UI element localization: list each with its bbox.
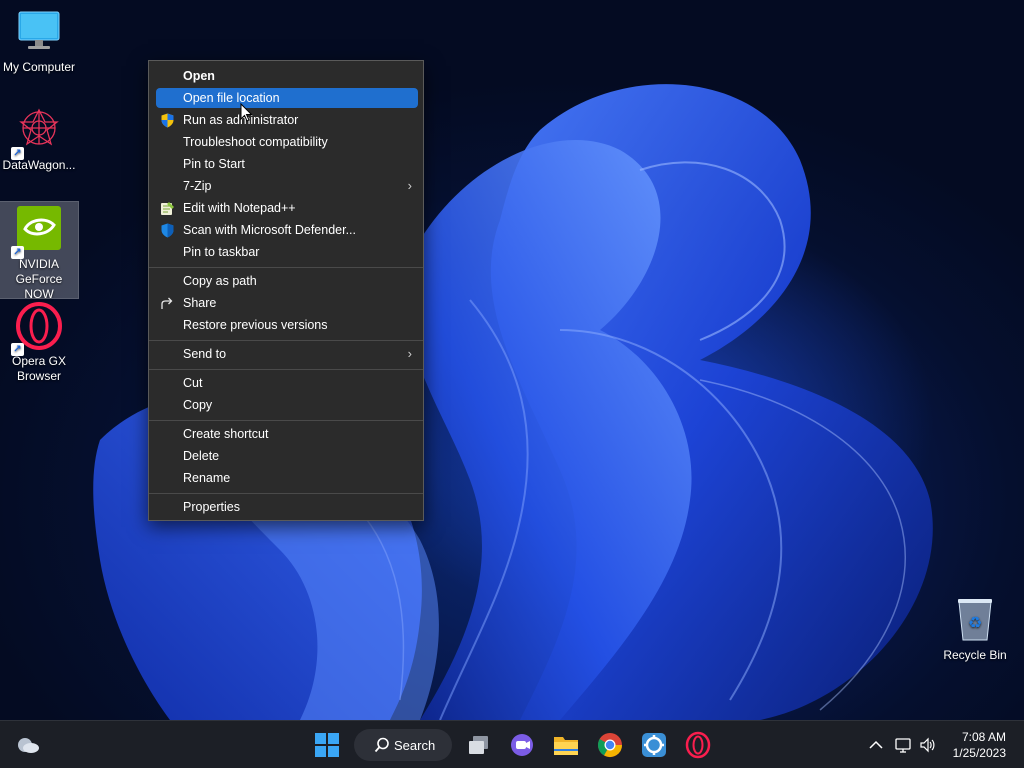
menu-item-label: Create shortcut: [183, 427, 269, 441]
menu-item-label: Copy as path: [183, 274, 257, 288]
weather-widget-icon[interactable]: [14, 731, 42, 759]
menu-item-troubleshoot-compatibility[interactable]: Troubleshoot compatibility: [156, 132, 418, 152]
monitor-icon: [15, 8, 63, 56]
shield-icon: [160, 113, 175, 128]
teams-chat-button[interactable]: [508, 731, 536, 759]
svg-text:♻: ♻: [968, 613, 982, 632]
menu-item-label: Delete: [183, 449, 220, 463]
desktop-icon-label: Opera GX Browser: [11, 354, 67, 383]
gear-app-icon: [642, 733, 666, 757]
desktop-icon-label: NVIDIA GeForce NOW: [15, 257, 63, 301]
chevron-right-icon: ›: [407, 346, 412, 361]
volume-icon[interactable]: [919, 736, 937, 754]
menu-item-label: Pin to taskbar: [183, 245, 260, 259]
menu-item-label: 7-Zip: [183, 179, 212, 193]
clock-date: 1/25/2023: [952, 746, 1006, 760]
shortcut-arrow-icon: ↗: [11, 147, 24, 160]
menu-separator: [149, 420, 423, 421]
desktop-icon-recycle-bin[interactable]: ♻ Recycle Bin: [936, 596, 1014, 663]
app-gear-button[interactable]: [640, 731, 668, 759]
task-view-icon: [469, 736, 488, 754]
menu-item-edit-with-notepadpp[interactable]: Edit with Notepad++: [156, 198, 418, 218]
chrome-icon: [597, 733, 622, 758]
menu-separator: [149, 493, 423, 494]
menu-item-restore-previous-versions[interactable]: Restore previous versions: [156, 315, 418, 335]
menu-item-7zip[interactable]: 7-Zip ›: [156, 176, 418, 196]
taskbar-search-button[interactable]: Search: [354, 729, 452, 761]
desktop-icon-label: My Computer: [2, 60, 76, 74]
menu-item-share[interactable]: Share: [156, 293, 418, 313]
menu-item-label: Rename: [183, 471, 231, 485]
context-menu: Open Open file location Run as administr…: [148, 60, 424, 521]
windows-logo-icon: [315, 733, 339, 757]
desktop-icon-datawagon[interactable]: ↗ DataWagon...: [0, 106, 78, 173]
menu-item-label: Cut: [183, 376, 203, 390]
start-button[interactable]: [313, 731, 341, 759]
menu-separator: [149, 267, 423, 268]
network-icon[interactable]: [894, 736, 912, 754]
menu-item-pin-to-start[interactable]: Pin to Start: [156, 154, 418, 174]
share-icon: [160, 296, 175, 311]
opera-gx-logo-icon: ↗: [11, 302, 63, 356]
desktop-icon-label: DataWagon...: [2, 158, 76, 172]
menu-item-delete[interactable]: Delete: [156, 446, 418, 466]
desktop-icon-opera-gx[interactable]: ↗ Opera GX Browser: [0, 302, 78, 384]
taskbar: Search 7:08 AM 1/25/2023: [0, 720, 1024, 768]
shortcut-arrow-icon: ↗: [11, 343, 24, 356]
chrome-button[interactable]: [596, 731, 624, 759]
menu-item-label: Pin to Start: [183, 157, 245, 171]
search-icon: [374, 737, 389, 753]
menu-item-open-file-location[interactable]: Open file location: [156, 88, 418, 108]
menu-item-copy[interactable]: Copy: [156, 395, 418, 415]
nvidia-logo-icon: ↗: [11, 205, 63, 259]
opera-gx-taskbar-button[interactable]: [684, 731, 712, 759]
menu-item-cut[interactable]: Cut: [156, 373, 418, 393]
menu-item-label: Send to: [183, 347, 227, 361]
datawagon-logo-icon: ↗: [11, 106, 63, 160]
menu-item-properties[interactable]: Properties: [156, 497, 418, 517]
menu-item-copy-as-path[interactable]: Copy as path: [156, 271, 418, 291]
recycle-bin-icon: ♻: [951, 596, 999, 644]
mouse-cursor-icon: [240, 103, 253, 122]
chevron-right-icon: ›: [407, 178, 412, 193]
menu-item-label: Open file location: [183, 91, 280, 105]
search-label: Search: [394, 738, 436, 753]
desktop-icon-nvidia-geforce-now[interactable]: ↗ NVIDIA GeForce NOW: [0, 201, 79, 301]
menu-item-label: Troubleshoot compatibility: [183, 135, 328, 149]
menu-item-pin-to-taskbar[interactable]: Pin to taskbar: [156, 242, 418, 262]
menu-item-label: Restore previous versions: [183, 318, 328, 332]
menu-item-label: Scan with Microsoft Defender...: [183, 223, 356, 237]
menu-item-scan-with-defender[interactable]: Scan with Microsoft Defender...: [156, 220, 418, 240]
menu-item-rename[interactable]: Rename: [156, 468, 418, 488]
system-clock[interactable]: 7:08 AM 1/25/2023: [953, 729, 1006, 761]
menu-item-label: Edit with Notepad++: [183, 201, 296, 215]
menu-item-open[interactable]: Open: [156, 66, 418, 86]
desktop-icon-my-computer[interactable]: My Computer: [0, 8, 78, 75]
menu-item-create-shortcut[interactable]: Create shortcut: [156, 424, 418, 444]
menu-item-label: Copy: [183, 398, 213, 412]
chat-icon: [511, 734, 533, 756]
menu-separator: [149, 340, 423, 341]
desktop-icon-label: Recycle Bin: [943, 648, 1007, 662]
menu-item-label: Properties: [183, 500, 240, 514]
menu-item-label: Share: [183, 296, 217, 310]
folder-icon: [554, 737, 578, 755]
menu-item-label: Open: [183, 69, 215, 83]
menu-item-run-as-administrator[interactable]: Run as administrator: [156, 110, 418, 130]
clock-time: 7:08 AM: [961, 730, 1006, 744]
defender-icon: [160, 223, 175, 238]
menu-item-send-to[interactable]: Send to ›: [156, 344, 418, 364]
file-explorer-button[interactable]: [552, 731, 580, 759]
shortcut-arrow-icon: ↗: [11, 246, 24, 259]
task-view-button[interactable]: [465, 731, 493, 759]
notepadpp-icon: [160, 201, 175, 216]
menu-separator: [149, 369, 423, 370]
chevron-up-icon[interactable]: [867, 736, 885, 754]
opera-gx-icon: [685, 731, 711, 759]
